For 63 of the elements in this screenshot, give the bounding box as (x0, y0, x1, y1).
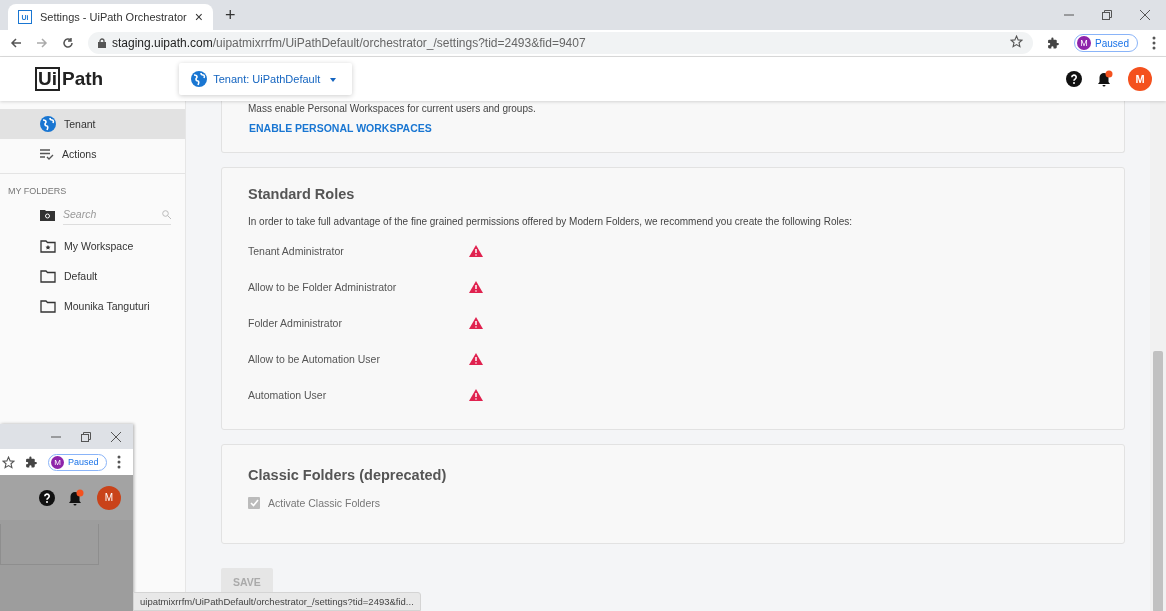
folder-item[interactable]: My Workspace (0, 231, 185, 261)
role-name: Folder Administrator (248, 317, 343, 329)
globe-icon (40, 116, 56, 132)
description-text: Mass enable Personal Workspaces for current users and groups. (248, 103, 537, 114)
profile-status: Paused (68, 457, 99, 467)
scrollbar[interactable] (1150, 101, 1166, 611)
role-name: Allow to be Automation User (248, 353, 381, 365)
more-icon[interactable] (116, 455, 121, 469)
user-avatar[interactable]: M (97, 485, 121, 510)
puzzle-icon[interactable] (1047, 36, 1061, 50)
notification-bell-icon[interactable] (1096, 70, 1114, 88)
role-name: Tenant Administrator (248, 245, 345, 257)
help-icon[interactable] (39, 489, 55, 506)
description-text: In order to take full advantage of the fine grained permissions offered by Modern Folders, we recommend you create the following Roles: (248, 216, 854, 227)
tab-title: Settings - UiPath Orchestrator (40, 11, 187, 23)
search-field[interactable]: Search (63, 204, 162, 224)
address-bar[interactable]: staging.uipath.com/uipatmixrrfm/UiPathDefault/orchestrator_/settings?tid=2493&fid=9407 (88, 32, 1034, 54)
tab-close-button[interactable]: × (194, 9, 203, 25)
folder-item[interactable]: Mounika Tanguturi (0, 291, 185, 321)
help-icon[interactable] (1066, 71, 1082, 87)
back-icon[interactable] (10, 37, 22, 49)
role-name: Automation User (248, 389, 328, 401)
star-folder-icon (40, 239, 56, 253)
search-icon (162, 209, 171, 219)
folder-search-icon (40, 208, 55, 221)
profile-avatar: M (1077, 36, 1092, 50)
card-title: Standard Roles (248, 186, 356, 202)
card-title: Classic Folders (deprecated) (248, 467, 448, 483)
url-text: staging.uipath.com/uipatmixrrfm/UiPathDefault/orchestrator_/settings?tid=2493&fid=9407 (112, 36, 586, 50)
sidebar-item-label: Tenant (64, 118, 96, 130)
puzzle-icon[interactable] (25, 455, 38, 469)
tenant-selector[interactable]: Tenant: UiPathDefault (179, 63, 353, 95)
status-url: uipatmixrrfm/UiPathDefault/orchestrator_/settings?tid=2493&fid... (133, 592, 421, 611)
list-check-icon (40, 148, 54, 160)
lock-icon (98, 38, 106, 48)
reload-icon[interactable] (62, 37, 74, 49)
star-icon[interactable] (1010, 35, 1024, 48)
sidebar-item[interactable]: Actions (0, 139, 185, 169)
folder-label: My Workspace (64, 240, 134, 252)
globe-icon (191, 71, 208, 87)
star-icon[interactable] (2, 455, 15, 469)
profile-avatar: M (51, 455, 64, 469)
uipath-logo[interactable]: Ui Path (35, 67, 104, 91)
restore-icon[interactable] (81, 431, 91, 442)
sidebar-item-label: Actions (62, 148, 97, 160)
folder-label: Mounika Tanguturi (64, 300, 150, 312)
more-icon[interactable] (1152, 36, 1156, 50)
new-tab-button[interactable]: + (225, 5, 236, 26)
checkbox-label: Activate Classic Folders (268, 497, 381, 509)
sidebar-item[interactable]: Tenant (0, 109, 185, 139)
profile-status: Paused (1095, 37, 1129, 49)
close-icon[interactable] (1140, 10, 1150, 20)
role-name: Allow to be Folder Administrator (248, 281, 398, 293)
section-title: MY FOLDERS (7, 185, 68, 196)
notification-bell-icon[interactable] (67, 488, 85, 507)
folder-label: Default (64, 270, 98, 282)
check-icon (249, 499, 259, 507)
enable-workspaces-link[interactable]: ENABLE PERSONAL WORKSPACES (249, 120, 432, 136)
folder-icon (40, 269, 56, 283)
folder-item[interactable]: Default (0, 261, 185, 291)
restore-icon[interactable] (1102, 10, 1112, 20)
folder-icon (40, 299, 56, 313)
close-icon[interactable] (111, 431, 121, 442)
